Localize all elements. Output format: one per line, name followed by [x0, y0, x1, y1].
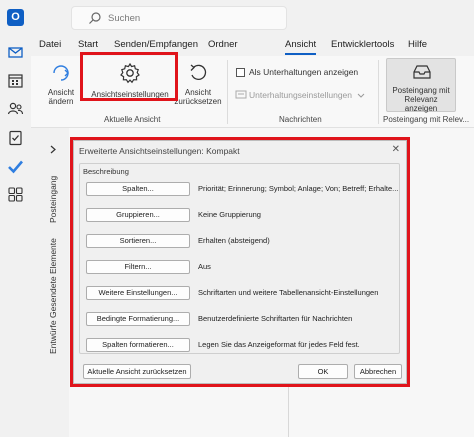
conversation-settings-dropdown[interactable]: Unterhaltungseinstellungen — [249, 91, 352, 100]
group-focused-inbox: Posteingang mit Relev... — [383, 115, 470, 124]
group-messages: Nachrichten — [279, 115, 322, 124]
inbox-tray-icon — [413, 65, 431, 79]
view-settings-highlight — [80, 52, 178, 101]
change-view-icon — [53, 65, 69, 81]
apps-icon[interactable] — [7, 186, 24, 203]
tasks-icon[interactable] — [7, 129, 24, 146]
group-current-view: Aktuelle Ansicht — [104, 115, 161, 124]
change-view-button[interactable]: Ansicht ändern — [41, 60, 81, 112]
show-as-conversations-label: Als Unterhaltungen anzeigen — [249, 67, 359, 77]
folder-entwuerfe[interactable]: Entwürfe — [48, 320, 58, 354]
folder-gesendete-elemente[interactable]: Gesendete Elemente — [48, 238, 58, 318]
reset-view-icon — [190, 64, 207, 81]
folder-posteingang[interactable]: Posteingang — [48, 176, 58, 223]
tab-senden-empfangen[interactable]: Senden/Empfangen — [114, 39, 198, 50]
reset-view-label: Ansicht zurücksetzen — [174, 88, 222, 106]
chevron-right-icon[interactable] — [50, 145, 57, 154]
search-placeholder: Suchen — [108, 13, 141, 24]
conversation-settings-icon — [235, 90, 247, 99]
outlook-logo-icon: O — [7, 9, 24, 26]
todo-check-icon[interactable] — [7, 158, 24, 175]
tab-hilfe[interactable]: Hilfe — [408, 39, 427, 50]
calendar-icon[interactable] — [7, 72, 24, 89]
app-rail — [0, 36, 31, 437]
ribbon-separator — [227, 60, 228, 124]
tab-ansicht[interactable]: Ansicht — [285, 39, 316, 50]
title-bar: O Suchen — [0, 0, 474, 36]
ribbon-separator — [378, 60, 379, 124]
tab-entwicklertools[interactable]: Entwicklertools — [331, 39, 394, 50]
focused-inbox-button[interactable]: Posteingang mit Relevanz anzeigen — [386, 58, 456, 113]
dialog-highlight — [70, 137, 410, 387]
tab-ordner[interactable]: Ordner — [208, 39, 238, 50]
focused-inbox-label: Posteingang mit Relevanz anzeigen — [392, 86, 450, 113]
show-as-conversations-checkbox[interactable] — [236, 68, 245, 77]
change-view-label: Ansicht ändern — [47, 88, 75, 106]
tab-datei[interactable]: Datei — [39, 39, 61, 50]
folder-pane-collapsed: Posteingang Gesendete Elemente Entwürfe — [31, 128, 69, 437]
mail-icon[interactable] — [7, 44, 24, 61]
pane-divider — [288, 385, 289, 437]
chevron-down-icon — [357, 93, 365, 98]
active-tab-indicator — [285, 53, 316, 55]
search-input[interactable]: Suchen — [71, 6, 287, 30]
search-icon — [89, 12, 101, 24]
people-icon[interactable] — [7, 100, 24, 117]
tab-start[interactable]: Start — [78, 39, 98, 50]
reset-view-button[interactable]: Ansicht zurücksetzen — [173, 60, 223, 112]
